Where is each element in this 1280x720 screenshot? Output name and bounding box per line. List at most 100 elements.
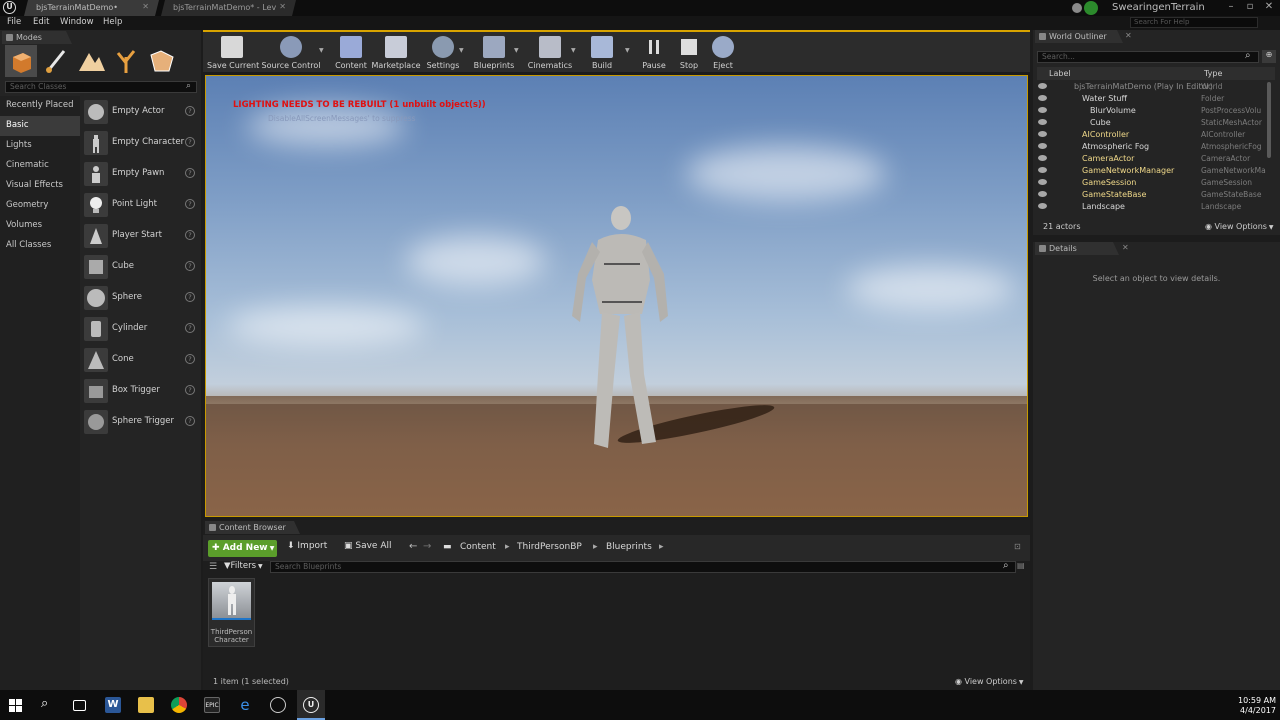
help-icon[interactable]: ? <box>185 230 195 240</box>
visibility-eye-icon[interactable] <box>1038 155 1047 161</box>
content-button[interactable]: Content <box>333 35 369 73</box>
view-options-button[interactable]: ◉ View Options ▼ <box>955 677 1023 686</box>
back-arrow-icon[interactable]: ← <box>409 541 417 552</box>
help-icon[interactable]: ? <box>185 385 195 395</box>
column-type-header[interactable]: Type <box>1204 69 1222 78</box>
source-control-button[interactable]: Source Control <box>261 35 321 73</box>
taskbar-clock[interactable]: 10:59 AM 4/4/2017 <box>1238 696 1276 716</box>
visibility-eye-icon[interactable] <box>1038 95 1047 101</box>
visibility-eye-icon[interactable] <box>1038 167 1047 173</box>
settings-button[interactable]: Settings <box>425 35 461 73</box>
help-icon[interactable]: ? <box>185 261 195 271</box>
close-window-button[interactable]: ✕ <box>1260 0 1278 16</box>
help-icon[interactable]: ? <box>185 106 195 116</box>
search-blueprints-input[interactable]: Search Blueprints <box>270 561 1016 573</box>
place-item-cube[interactable]: Cube ? <box>81 252 199 283</box>
place-item-box-trigger[interactable]: Box Trigger ? <box>81 376 199 407</box>
breadcrumb-blueprints[interactable]: Blueprints <box>606 542 652 552</box>
details-tab[interactable]: Details <box>1035 242 1119 255</box>
chrome-icon[interactable] <box>171 697 187 713</box>
outliner-row[interactable]: Cube StaticMeshActor <box>1038 117 1276 129</box>
forward-arrow-icon[interactable]: → <box>423 541 431 552</box>
place-item-player-start[interactable]: Player Start ? <box>81 221 199 252</box>
chevron-down-icon[interactable]: ▼ <box>459 47 464 54</box>
pause-button[interactable]: Pause <box>639 35 669 73</box>
close-icon[interactable]: ✕ <box>1122 243 1129 252</box>
outliner-row[interactable]: GameSession GameSession <box>1038 177 1276 189</box>
outliner-row[interactable]: Atmospheric Fog AtmosphericFog <box>1038 141 1276 153</box>
category-all-classes[interactable]: All Classes <box>0 236 80 256</box>
task-view-icon[interactable] <box>73 700 86 711</box>
help-icon[interactable]: ? <box>185 168 195 178</box>
category-basic[interactable]: Basic <box>0 116 80 136</box>
help-icon[interactable]: ? <box>185 199 195 209</box>
chevron-down-icon[interactable]: ▼ <box>319 47 324 54</box>
save-search-icon[interactable]: ▤ <box>1017 561 1025 570</box>
help-icon[interactable]: ? <box>185 137 195 147</box>
place-item-empty-actor[interactable]: Empty Actor ? <box>81 97 199 128</box>
level-viewport[interactable]: LIGHTING NEEDS TO BE REBUILT (1 unbuilt … <box>205 75 1028 517</box>
menu-window[interactable]: Window <box>60 17 94 27</box>
outliner-row[interactable]: bjsTerrainMatDemo (Play In Editor) World <box>1038 81 1276 93</box>
add-new-button[interactable]: ✚ Add New ▼ <box>208 540 277 557</box>
column-label-header[interactable]: Label <box>1049 69 1071 78</box>
outliner-row[interactable]: Landscape Landscape <box>1038 201 1276 213</box>
import-button[interactable]: ⬇ Import <box>287 541 327 551</box>
modes-tab[interactable]: Modes <box>2 31 72 44</box>
marketplace-button[interactable]: Marketplace <box>371 35 421 73</box>
stop-button[interactable]: Stop <box>675 35 703 73</box>
foliage-mode-icon[interactable] <box>110 45 142 77</box>
category-recently-placed[interactable]: Recently Placed <box>0 96 80 116</box>
outliner-search-input[interactable]: Search... <box>1037 51 1259 63</box>
unreal-editor-taskbar-button[interactable]: U <box>297 690 325 720</box>
feedback-icon[interactable] <box>1072 3 1082 13</box>
category-cinematic[interactable]: Cinematic <box>0 156 80 176</box>
visibility-eye-icon[interactable] <box>1038 143 1047 149</box>
place-item-point-light[interactable]: Point Light ? <box>81 190 199 221</box>
place-item-sphere[interactable]: Sphere ? <box>81 283 199 314</box>
minimize-button[interactable]: – <box>1222 0 1240 16</box>
asset-thirdperson-character[interactable]: ThirdPerson Character <box>208 578 255 647</box>
outliner-row[interactable]: Water Stuff Folder <box>1038 93 1276 105</box>
save-current-button[interactable]: Save Current <box>207 35 259 73</box>
windows-start-icon[interactable] <box>9 699 22 712</box>
lock-icon[interactable]: ⊡ <box>1014 542 1021 551</box>
document-tab-level[interactable]: bjsTerrainMatDemo• ✕ <box>24 0 159 16</box>
place-item-empty-character[interactable]: Empty Character ? <box>81 128 199 159</box>
place-item-sphere-trigger[interactable]: Sphere Trigger ? <box>81 407 199 438</box>
document-tab-level-2[interactable]: bjsTerrainMatDemo* - Lev ✕ <box>161 0 296 16</box>
cinematics-button[interactable]: Cinematics <box>527 35 573 73</box>
outliner-row[interactable]: AIController AIController <box>1038 129 1276 141</box>
content-browser-tab[interactable]: Content Browser <box>205 521 300 534</box>
epic-launcher-icon[interactable]: EPIC <box>204 697 220 713</box>
help-icon[interactable]: ? <box>185 354 195 364</box>
close-icon[interactable]: ✕ <box>142 2 149 11</box>
search-icon[interactable]: ⌕ <box>41 696 48 711</box>
breadcrumb-thirdpersonbp[interactable]: ThirdPersonBP <box>517 542 582 552</box>
menu-file[interactable]: File <box>7 17 21 27</box>
add-folder-icon[interactable]: ⊕ <box>1262 50 1276 63</box>
close-icon[interactable]: ✕ <box>279 2 286 11</box>
category-visual-effects[interactable]: Visual Effects <box>0 176 80 196</box>
breadcrumb-content[interactable]: Content <box>460 542 496 552</box>
chevron-down-icon[interactable]: ▼ <box>571 47 576 54</box>
visibility-eye-icon[interactable] <box>1038 83 1047 89</box>
chromium-icon[interactable] <box>270 697 286 713</box>
chevron-down-icon[interactable]: ▼ <box>514 47 519 54</box>
close-icon[interactable]: ✕ <box>1125 31 1132 40</box>
source-control-status-icon[interactable] <box>1084 1 1098 15</box>
menu-help[interactable]: Help <box>103 17 122 27</box>
visibility-eye-icon[interactable] <box>1038 191 1047 197</box>
outliner-row[interactable]: GameNetworkManager GameNetworkMa <box>1038 165 1276 177</box>
category-geometry[interactable]: Geometry <box>0 196 80 216</box>
paint-mode-icon[interactable] <box>40 45 72 77</box>
outliner-scrollbar[interactable] <box>1267 82 1271 158</box>
menu-edit[interactable]: Edit <box>33 17 49 27</box>
sources-panel-toggle-icon[interactable]: ☰ <box>209 562 219 572</box>
visibility-eye-icon[interactable] <box>1038 179 1047 185</box>
visibility-eye-icon[interactable] <box>1038 203 1047 209</box>
search-classes-input[interactable]: Search Classes <box>5 81 197 93</box>
category-volumes[interactable]: Volumes <box>0 216 80 236</box>
eject-button[interactable]: Eject <box>709 35 737 73</box>
outliner-row[interactable]: BlurVolume PostProcessVolu <box>1038 105 1276 117</box>
